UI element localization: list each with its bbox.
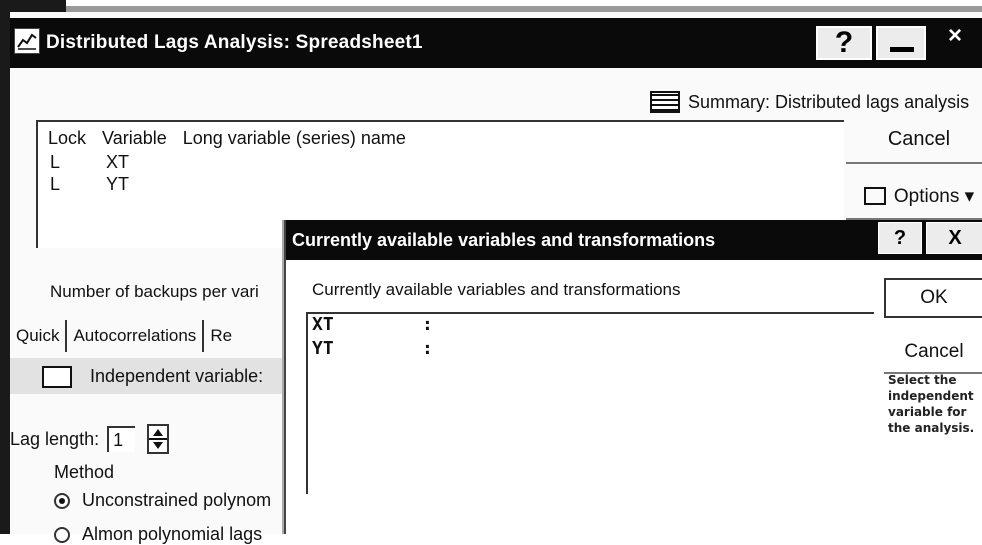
header-lock: Lock	[48, 128, 87, 148]
header-long-name: Long variable (series) name	[182, 128, 406, 148]
backups-label: Number of backups per vari	[50, 282, 259, 301]
tab-re[interactable]: Re	[204, 320, 238, 352]
desktop-edge	[0, 0, 66, 12]
window-title: Distributed Lags Analysis: Spreadsheet1	[46, 32, 423, 53]
radio-label: Unconstrained polynom	[82, 490, 272, 510]
summary-button[interactable]: Summary: Distributed lags analysis	[650, 88, 969, 116]
dialog-title: Currently available variables and transf…	[292, 230, 716, 250]
radio-indicator	[54, 526, 70, 543]
lag-length-input[interactable]: 1	[107, 426, 136, 452]
variable-cell: YT	[106, 174, 130, 194]
chart-app-icon	[14, 28, 40, 54]
lag-length-label: Lag length:	[10, 428, 100, 449]
tab-bar: Quick Autocorrelations Re	[10, 320, 238, 352]
options-button[interactable]: Options ▾	[846, 174, 982, 220]
list-item[interactable]: XT:	[312, 314, 433, 335]
radio-indicator	[54, 492, 70, 509]
tab-quick[interactable]: Quick	[10, 320, 68, 352]
radio-label: Almon polynomial lags	[82, 524, 263, 544]
dialog-close-button[interactable]: X	[926, 222, 982, 254]
method-label: Method	[54, 462, 115, 482]
independent-variable-button[interactable]: Independent variable:	[10, 358, 290, 394]
options-label: Options ▾	[893, 185, 975, 207]
desktop-strip	[0, 0, 982, 12]
variable-cell: XT	[106, 152, 130, 172]
close-button[interactable]: ×	[948, 22, 962, 50]
spreadsheet-icon	[650, 91, 680, 113]
window-frame-left	[0, 12, 10, 534]
variable-name: XT	[312, 314, 334, 335]
list-item[interactable]: YT:	[312, 338, 433, 359]
radio-unconstrained[interactable]: Unconstrained polynom	[54, 490, 271, 511]
variable-list-header: Lock Variable Long variable (series) nam…	[48, 128, 422, 149]
list-item[interactable]: L YT	[50, 174, 129, 195]
variable-sep: :	[422, 314, 433, 335]
dialog-body: Currently available variables and transf…	[286, 260, 982, 534]
spinner-divider	[149, 438, 168, 440]
dialog-list-label: Currently available variables and transf…	[312, 280, 681, 299]
lag-length-control: Lag length: 1	[10, 424, 170, 454]
cancel-button[interactable]: Cancel	[846, 116, 982, 164]
tab-autocorrelations[interactable]: Autocorrelations	[67, 320, 205, 352]
independent-variable-label: Independent variable:	[90, 366, 264, 386]
summary-label: Summary: Distributed lags analysis	[688, 91, 970, 112]
variable-name: YT	[312, 338, 334, 359]
lock-cell: L	[50, 152, 61, 172]
minimize-button[interactable]	[876, 26, 926, 60]
variables-icon	[42, 366, 72, 388]
variables-dialog: Currently available variables and transf…	[284, 220, 982, 534]
header-variable: Variable	[102, 128, 167, 148]
options-icon	[863, 187, 886, 205]
radio-almon[interactable]: Almon polynomial lags	[54, 524, 262, 545]
variable-sep: :	[422, 338, 433, 359]
available-variables-list[interactable]: XT: YT:	[306, 312, 874, 494]
minimize-icon	[890, 47, 914, 52]
lag-length-spinner[interactable]	[147, 424, 170, 454]
dialog-help-button[interactable]: ?	[878, 222, 922, 254]
dialog-cancel-button[interactable]: Cancel	[884, 332, 982, 374]
dialog-title-bar[interactable]: Currently available variables and transf…	[286, 220, 982, 260]
dialog-help-text: Select the independent variable for the …	[888, 373, 975, 435]
title-bar[interactable]: Distributed Lags Analysis: Spreadsheet1 …	[10, 18, 982, 68]
help-button[interactable]: ?	[816, 26, 872, 60]
lock-cell: L	[50, 174, 61, 194]
list-item[interactable]: L XT	[50, 152, 129, 173]
ok-button[interactable]: OK	[884, 278, 982, 318]
